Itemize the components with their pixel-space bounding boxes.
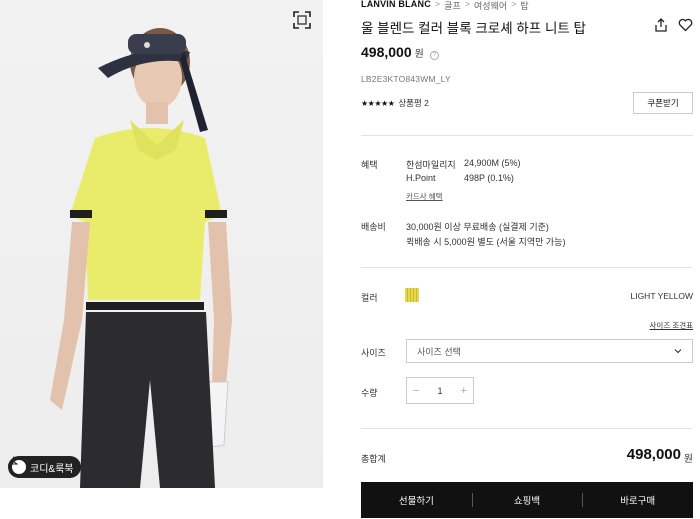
- chevron-right-icon: >: [511, 0, 517, 9]
- product-price: 498,000: [361, 44, 412, 60]
- divider: [361, 267, 693, 268]
- benefit-name: H.Point: [406, 173, 436, 183]
- shipping-line: 퀵배송 시 5,000원 별도 (서울 지역만 가능): [406, 237, 566, 247]
- card-benefit-link[interactable]: 카드사 혜택: [406, 191, 443, 202]
- coordi-lookbook-label: 코디&룩북: [30, 463, 74, 475]
- size-label: 사이즈: [361, 348, 386, 358]
- chevron-right-icon: >: [464, 0, 470, 9]
- shipping-label: 배송비: [361, 222, 386, 232]
- product-image[interactable]: 코디&룩북: [0, 0, 323, 488]
- heart-icon[interactable]: [678, 18, 693, 32]
- size-guide-link[interactable]: 사이즈 조견표: [650, 320, 693, 331]
- color-label: 컬러: [361, 293, 378, 303]
- purchase-bar: 선물하기 쇼핑백 바로구매: [361, 482, 694, 518]
- breadcrumb-item-golf[interactable]: 골프: [444, 0, 461, 12]
- benefit-label: 혜택: [361, 160, 378, 170]
- star-rating-icon: ★★★★★: [361, 98, 395, 108]
- shipping-line: 30,000원 이상 무료배송 (실결제 기준): [406, 222, 549, 232]
- total-currency: 원: [683, 454, 693, 465]
- coordi-lookbook-button[interactable]: 코디&룩북: [8, 456, 82, 478]
- benefit-value: 24,900M (5%): [464, 158, 521, 168]
- total-label: 총합계: [361, 454, 386, 464]
- divider: [361, 428, 693, 429]
- chevron-right-icon: >: [434, 0, 441, 9]
- plus-button[interactable]: +: [461, 385, 467, 397]
- benefit-value: 498P (0.1%): [464, 173, 514, 183]
- chevron-down-icon: [674, 349, 682, 354]
- total-price: 498,000: [626, 446, 681, 463]
- size-select[interactable]: 사이즈 선택: [406, 339, 693, 363]
- breadcrumb-brand[interactable]: LANVIN BLANC: [361, 0, 431, 12]
- size-select-placeholder: 사이즈 선택: [417, 346, 461, 357]
- color-swatch[interactable]: [405, 288, 419, 302]
- hanger-icon: [8, 456, 26, 474]
- info-icon[interactable]: ?: [429, 50, 439, 60]
- coupon-button[interactable]: 쿠폰받기: [633, 92, 693, 114]
- buy-now-button[interactable]: 바로구매: [582, 482, 694, 518]
- breadcrumb: LANVIN BLANC > 골프 > 여성웨어 > 탑: [361, 0, 529, 12]
- quantity-label: 수량: [361, 388, 378, 398]
- minus-button[interactable]: −: [413, 385, 419, 397]
- divider: [361, 135, 693, 136]
- fullscreen-icon[interactable]: [292, 10, 312, 30]
- quantity-stepper: − 1 +: [406, 377, 474, 404]
- benefit-name: 한섬마일리지: [406, 160, 456, 170]
- price-currency: 원: [414, 49, 424, 60]
- quantity-value[interactable]: 1: [437, 386, 442, 396]
- shopping-bag-button[interactable]: 쇼핑백: [471, 482, 583, 518]
- product-title: 울 블렌드 컬러 블록 크로셰 하프 니트 탑: [361, 21, 586, 36]
- product-sku: LB2E3KTO843WM_LY: [361, 74, 451, 84]
- breadcrumb-item-women[interactable]: 여성웨어: [474, 0, 507, 12]
- price-row: 498,000 원 ?: [361, 44, 439, 61]
- share-icon[interactable]: [654, 18, 668, 32]
- color-name: LIGHT YELLOW: [630, 291, 693, 301]
- review-count[interactable]: 상품평 2: [398, 97, 429, 109]
- gift-button[interactable]: 선물하기: [361, 482, 472, 518]
- model-illustration: [50, 28, 232, 488]
- rating-row[interactable]: ★★★★★ 상품평 2: [361, 97, 429, 109]
- breadcrumb-item-top[interactable]: 탑: [520, 0, 528, 12]
